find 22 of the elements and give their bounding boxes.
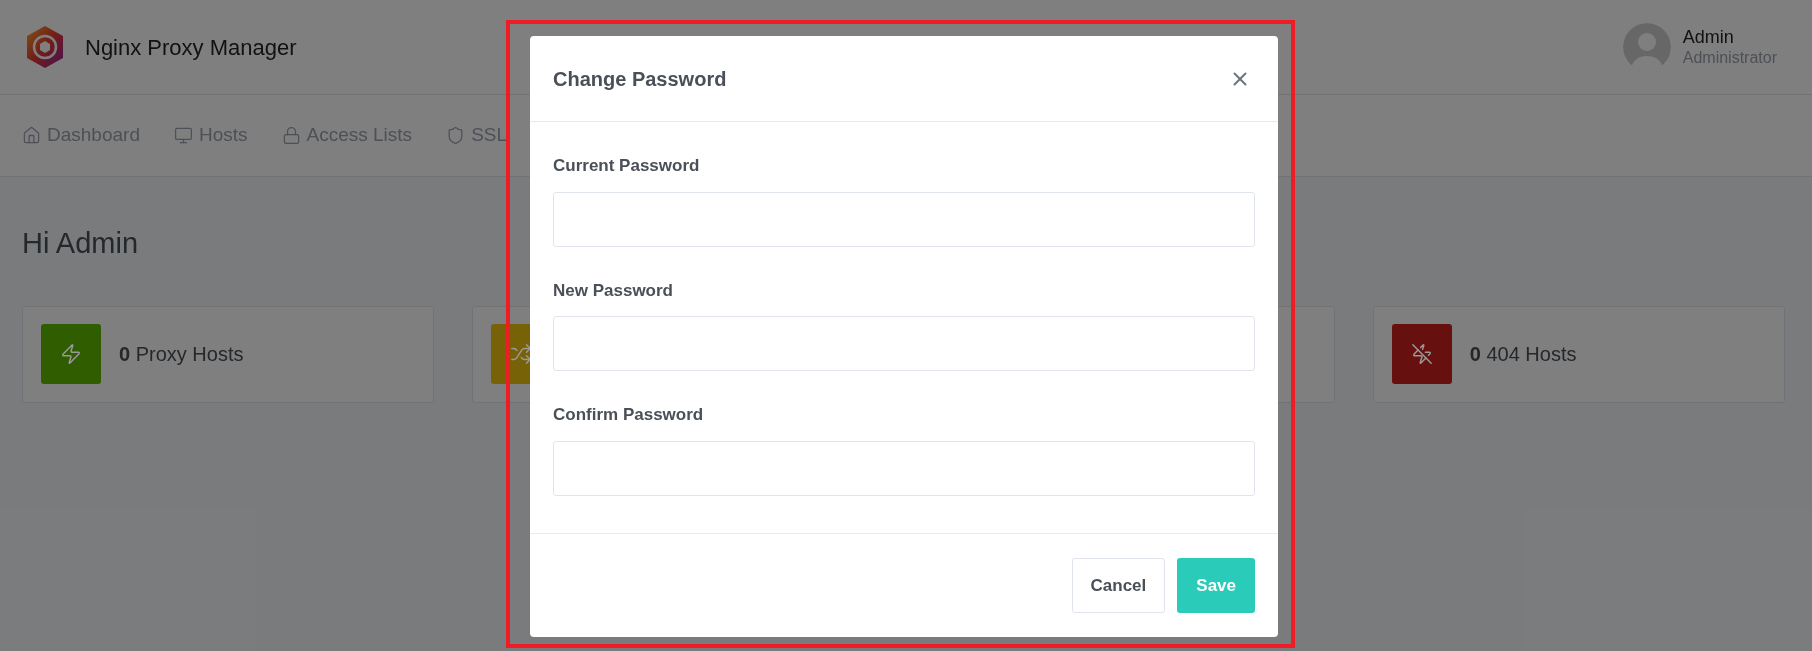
- monitor-icon: [173, 126, 193, 145]
- field-label: Current Password: [553, 155, 701, 177]
- save-button[interactable]: Save: [1177, 558, 1255, 613]
- lightning-icon: [60, 343, 82, 365]
- field-label: Confirm Password: [553, 404, 705, 426]
- page-title: Hi Admin: [22, 226, 140, 261]
- password-field[interactable]: [553, 440, 1255, 496]
- cancel-button[interactable]: Cancel: [1071, 558, 1166, 613]
- field-label: New Password: [553, 279, 674, 302]
- shuffle-icon: [510, 343, 533, 365]
- stat-text: 0 404 Hosts: [1469, 342, 1577, 367]
- house-icon: [22, 126, 41, 145]
- modal-title: Change Password: [553, 66, 727, 92]
- hexagon-logo-icon: [25, 25, 65, 69]
- avatar-icon: [1622, 23, 1671, 71]
- password-field[interactable]: [553, 191, 1255, 247]
- user-name: Admin: [1682, 25, 1735, 49]
- crossed-lightning-icon: [1410, 343, 1433, 365]
- password-field[interactable]: [553, 316, 1255, 371]
- app-title: Nginx Proxy Manager: [85, 33, 297, 62]
- padlock-icon: [281, 126, 301, 145]
- stat-text: 0 Proxy Hosts: [119, 342, 244, 367]
